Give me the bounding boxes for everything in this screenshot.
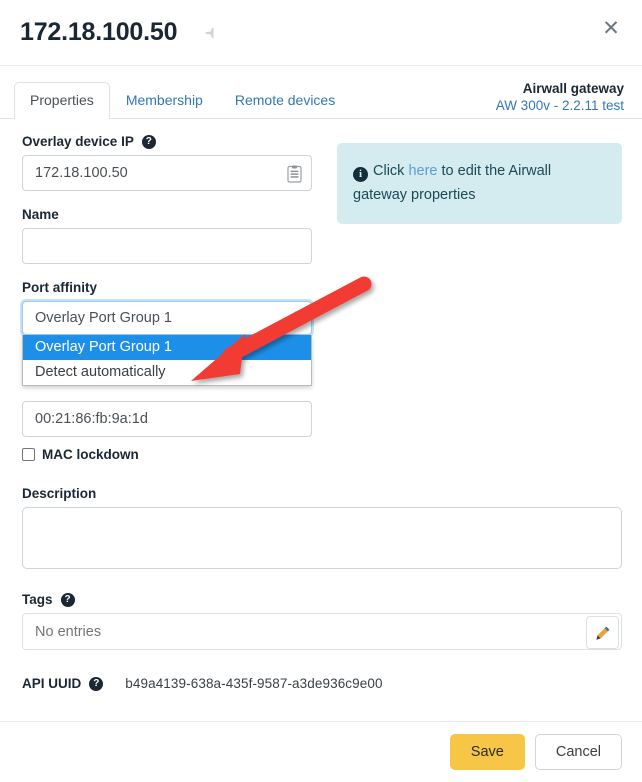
port-affinity-label: Port affinity — [22, 280, 98, 295]
api-uuid-value: b49a4139-638a-435f-9587-a3de936c9e00 — [125, 676, 383, 691]
help-icon[interactable]: ? — [141, 134, 156, 149]
page-title: 172.18.100.50 — [20, 18, 178, 46]
form-left-column: Overlay device IP ? 172.18.100.50 Name P… — [22, 133, 312, 463]
gateway-info: Airwall gateway AW 300v - 2.2.11 test — [496, 80, 628, 119]
info-box-link[interactable]: here — [408, 163, 437, 179]
description-textarea[interactable] — [22, 507, 622, 569]
dialog-header: 172.18.100.50 ✕ — [0, 0, 642, 66]
help-icon[interactable]: ? — [89, 676, 104, 691]
chevron-updown-icon — [290, 311, 301, 326]
tab-bar: Properties Membership Remote devices Air… — [0, 66, 642, 120]
airwall-gateway-info-box: i Click here to edit the Airwall gateway … — [337, 143, 622, 224]
close-icon[interactable]: ✕ — [598, 15, 624, 41]
gateway-type-label: Airwall gateway — [522, 81, 624, 96]
field-mac-address: MAC lockdown — [22, 401, 312, 463]
field-name: Name — [22, 206, 312, 264]
name-label: Name — [22, 207, 59, 222]
pushpin-icon[interactable] — [199, 20, 225, 46]
gateway-model-link[interactable]: AW 300v - 2.2.11 test — [496, 97, 624, 115]
pencil-edit-icon[interactable] — [586, 616, 619, 649]
field-tags: Tags ? — [22, 591, 622, 650]
lower-section: Description Tags ? API U — [22, 485, 622, 691]
tags-label: Tags ? — [22, 591, 622, 608]
clipboard-copy-icon[interactable] — [285, 163, 304, 184]
tab-remote-devices[interactable]: Remote devices — [219, 82, 351, 119]
cancel-button[interactable]: Cancel — [534, 734, 622, 770]
tabs-strip: Properties Membership Remote devices — [14, 82, 351, 120]
api-uuid-row: API UUID ? b49a4139-638a-435f-9587-a3de9… — [22, 676, 622, 691]
dropdown-option-detect-automatically[interactable]: Detect automatically — [23, 360, 311, 385]
field-port-affinity: Port affinity Overlay Port Group 1 Overl… — [22, 279, 312, 386]
port-affinity-selected-value: Overlay Port Group 1 — [35, 310, 172, 326]
dialog-body: Overlay device IP ? 172.18.100.50 Name P… — [0, 119, 642, 691]
info-icon: i — [353, 167, 368, 182]
tab-membership[interactable]: Membership — [110, 82, 219, 119]
overlay-device-ip-input-wrap — [22, 155, 312, 191]
overlay-device-ip-label-text: Overlay device IP — [22, 134, 134, 149]
dropdown-option-overlay-port-group-1[interactable]: Overlay Port Group 1 — [23, 335, 311, 360]
dialog-footer: Save Cancel — [0, 721, 642, 782]
name-input[interactable] — [22, 228, 312, 264]
tags-input[interactable] — [22, 613, 622, 650]
form-columns: Overlay device IP ? 172.18.100.50 Name P… — [22, 133, 622, 463]
field-description: Description — [22, 485, 622, 569]
mac-address-input[interactable] — [22, 401, 312, 437]
save-button[interactable]: Save — [449, 734, 525, 770]
port-affinity-dropdown-list: Overlay Port Group 1 Detect automaticall… — [22, 335, 312, 386]
tags-label-text: Tags — [22, 592, 53, 607]
port-affinity-select-area: Overlay Port Group 1 Overlay Port Group … — [22, 301, 312, 386]
mac-lockdown-row[interactable]: MAC lockdown — [22, 446, 312, 463]
mac-lockdown-label: MAC lockdown — [42, 447, 139, 462]
field-overlay-device-ip: Overlay device IP ? — [22, 133, 312, 191]
mac-lockdown-checkbox[interactable] — [22, 448, 35, 461]
tab-properties[interactable]: Properties — [14, 82, 110, 120]
api-uuid-label: API UUID ? — [22, 676, 104, 691]
api-uuid-label-text: API UUID — [22, 676, 82, 691]
form-right-column: i Click here to edit the Airwall gateway … — [312, 133, 622, 224]
description-label: Description — [22, 486, 97, 501]
overlay-device-ip-label: Overlay device IP ? — [22, 133, 312, 150]
info-box-prefix: Click — [373, 163, 409, 179]
tags-input-wrap — [22, 613, 622, 650]
port-affinity-select[interactable]: Overlay Port Group 1 — [22, 301, 312, 335]
help-icon[interactable]: ? — [60, 592, 75, 607]
overlay-device-ip-input[interactable] — [22, 155, 312, 191]
